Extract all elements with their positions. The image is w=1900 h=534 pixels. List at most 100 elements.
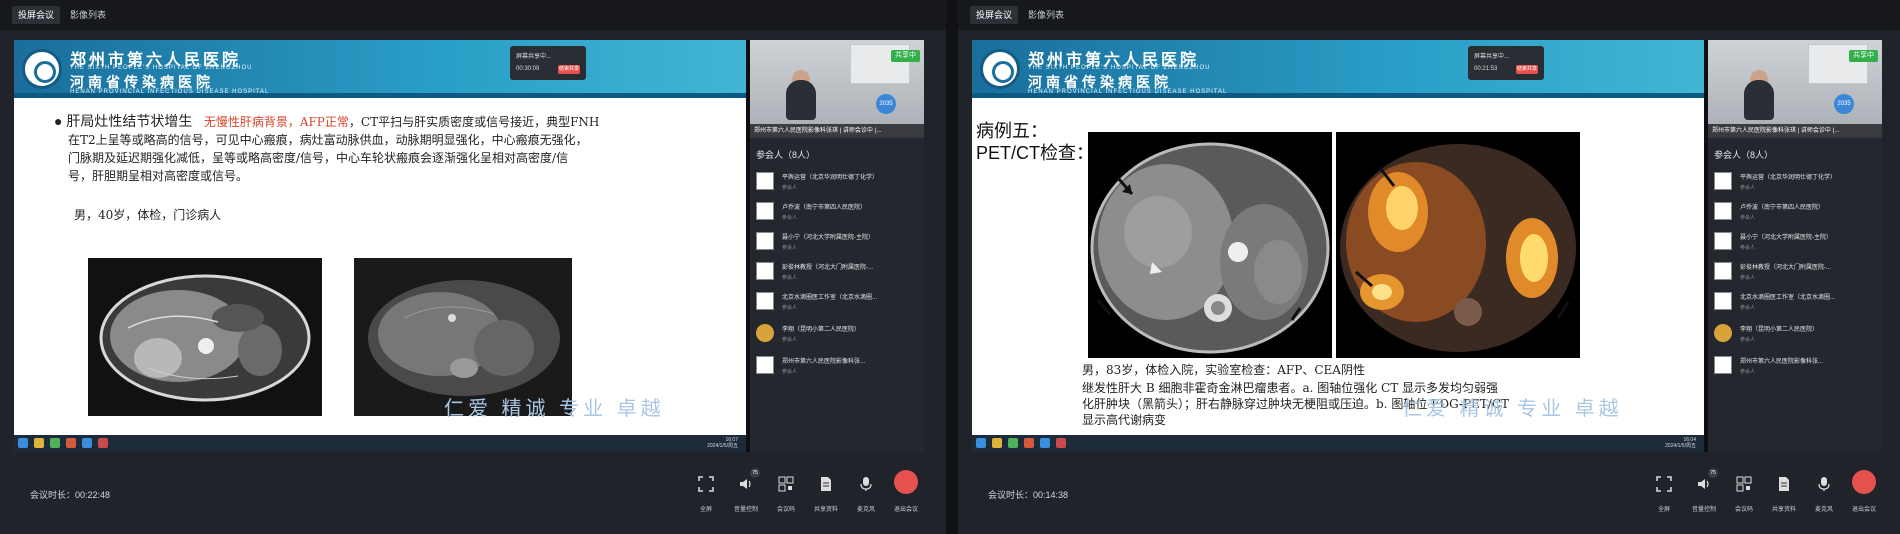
screen-share-popup: 屏幕共享中... 00:30:09 结束共享 bbox=[510, 46, 586, 80]
powerpoint-icon[interactable] bbox=[98, 438, 108, 448]
participant-role: 参会人 bbox=[1740, 337, 1756, 343]
control-label: 会议码 bbox=[776, 507, 795, 513]
avatar bbox=[1714, 262, 1732, 280]
participant-name: 郑州市第六人民医院影像科张... bbox=[1740, 359, 1824, 365]
share-material-button[interactable]: 共享资料 bbox=[806, 470, 846, 520]
participant-name: 平舆运营（北京华润明仕德丁化学） bbox=[1740, 175, 1837, 181]
pet-ct-image bbox=[1336, 132, 1580, 358]
shared-screen: 郑州市第六人民医院 THE SIXTH PEOPLE'S HOSPITAL OF… bbox=[972, 40, 1882, 452]
avatar bbox=[1714, 356, 1732, 374]
stop-share-button[interactable]: 结束共享 bbox=[1516, 65, 1538, 74]
volume-button[interactable]: 75 音量控制 bbox=[1684, 468, 1724, 520]
folder-icon[interactable] bbox=[992, 438, 1002, 448]
app-icon[interactable] bbox=[1008, 438, 1018, 448]
meeting-controls-bar: 会议时长：00:22:48 全屏 75 音量控制 会议码 共享资料 麦克风 退出… bbox=[0, 452, 946, 534]
share-status: 屏幕共享中... bbox=[516, 54, 552, 60]
fullscreen-button[interactable]: 全屏 bbox=[1644, 470, 1684, 520]
qr-icon bbox=[1736, 476, 1752, 492]
avatar bbox=[1714, 202, 1732, 220]
folder-icon[interactable] bbox=[34, 438, 44, 448]
participant-item[interactable]: 郑州市第六人民医院影像科张... 参会人 bbox=[754, 352, 922, 382]
control-label: 会议码 bbox=[1734, 507, 1753, 513]
presenter-video: 2035 共享中 郑州市第六人民医院影像科张琪 | 讲师会诊中 (... bbox=[750, 40, 924, 138]
participant-role: 参会人 bbox=[1740, 185, 1756, 191]
bullet-title: 肝局灶性结节状增生 bbox=[66, 113, 193, 129]
participant-item[interactable]: 彭俊林教授（河北大门附属医院-... 参会人 bbox=[1712, 258, 1880, 288]
patient-info: 男，83岁，体检入院，实验室检查：AFP、CEA阴性 bbox=[1082, 363, 1365, 377]
app-icon[interactable] bbox=[82, 438, 92, 448]
app-icon[interactable] bbox=[1024, 438, 1034, 448]
participant-item[interactable]: 聂小宁（河北大学附属医院-主院） 参会人 bbox=[1712, 228, 1880, 258]
participant-item[interactable]: 卢乔波（南宁市第四人民医院） 参会人 bbox=[754, 198, 922, 228]
participant-item[interactable]: 聂小宁（河北大学附属医院-主院） 参会人 bbox=[754, 228, 922, 258]
fullscreen-icon bbox=[1656, 476, 1672, 492]
tab-image-list[interactable]: 影像列表 bbox=[1022, 6, 1070, 24]
participant-item[interactable]: 平舆运营（北京华润明仕德丁化学） 参会人 bbox=[754, 168, 922, 198]
participant-item[interactable]: 彭俊林教授（河北大门附属医院-... 参会人 bbox=[754, 258, 922, 288]
mri-image-t2 bbox=[88, 258, 322, 416]
share-timer: 00:21:53 bbox=[1474, 66, 1498, 72]
meeting-code-button[interactable]: 会议码 bbox=[1724, 470, 1764, 520]
volume-button[interactable]: 75 音量控制 bbox=[726, 468, 766, 520]
stop-share-button[interactable]: 结束共享 bbox=[558, 65, 580, 74]
app-icon[interactable] bbox=[66, 438, 76, 448]
windows-taskbar: 16:07 2024/1/5/周五 bbox=[14, 435, 746, 452]
participant-item[interactable]: 郑州市第六人民医院影像科张... 参会人 bbox=[1712, 352, 1880, 382]
avatar bbox=[756, 232, 774, 250]
control-label: 音量控制 bbox=[733, 507, 758, 513]
avatar-badge: 2035 bbox=[1834, 94, 1854, 114]
hospital-logo bbox=[22, 49, 62, 89]
avatar bbox=[1714, 324, 1732, 342]
participant-role: 参会人 bbox=[1740, 215, 1756, 221]
sharing-badge: 共享中 bbox=[891, 50, 920, 62]
participant-name: 卢乔波（南宁市第四人民医院） bbox=[1740, 205, 1825, 211]
participant-name: 北京水滴圈医工作室（北京水滴圈... bbox=[782, 295, 878, 301]
slide-header: 郑州市第六人民医院 THE SIXTH PEOPLE'S HOSPITAL OF… bbox=[14, 40, 746, 98]
start-icon[interactable] bbox=[976, 438, 986, 448]
participant-item[interactable]: 李翔（昆明小第二人民医院） 参会人 bbox=[754, 320, 922, 350]
share-timer: 00:30:09 bbox=[516, 66, 540, 72]
powerpoint-icon[interactable] bbox=[1056, 438, 1066, 448]
document-icon bbox=[1779, 477, 1789, 491]
tab-image-list[interactable]: 影像列表 bbox=[64, 6, 112, 24]
participant-role: 参会人 bbox=[782, 369, 798, 375]
microphone-icon bbox=[1818, 477, 1830, 491]
bullet-text-1: ，CT平扫与肝实质密度或信号接近，典型FNH bbox=[348, 115, 600, 129]
tab-bar: 投屏会议 影像列表 bbox=[0, 0, 946, 30]
app-icon[interactable] bbox=[1040, 438, 1050, 448]
participant-item[interactable]: 卢乔波（南宁市第四人民医院） 参会人 bbox=[1712, 198, 1880, 228]
video-caption: 郑州市第六人民医院影像科张琪 | 讲师会诊中 (... bbox=[750, 124, 924, 138]
participant-item[interactable]: 李翔（昆明小第二人民医院） 参会人 bbox=[1712, 320, 1880, 350]
speaker-icon bbox=[1698, 479, 1709, 489]
control-label: 共享资料 bbox=[1771, 507, 1796, 513]
participant-name: 聂小宁（河北大学附属医院-主院） bbox=[782, 235, 874, 241]
leave-meeting-button[interactable]: 退出会议 bbox=[1844, 470, 1884, 520]
fullscreen-button[interactable]: 全屏 bbox=[686, 470, 726, 520]
participant-name: 北京水滴圈医工作室（北京水滴圈... bbox=[1740, 295, 1836, 301]
leave-meeting-button[interactable]: 退出会议 bbox=[886, 470, 926, 520]
case-title: 病例五： bbox=[976, 121, 1048, 141]
control-label: 全屏 bbox=[1657, 507, 1670, 513]
microphone-button[interactable]: 麦克风 bbox=[1804, 470, 1844, 520]
share-status: 屏幕共享中... bbox=[1474, 54, 1510, 60]
control-label: 音量控制 bbox=[1691, 507, 1716, 513]
meeting-code-button[interactable]: 会议码 bbox=[766, 470, 806, 520]
participant-item[interactable]: 北京水滴圈医工作室（北京水滴圈... 参会人 bbox=[1712, 288, 1880, 318]
hangup-icon bbox=[894, 470, 918, 494]
participant-item[interactable]: 平舆运营（北京华润明仕德丁化学） 参会人 bbox=[1712, 168, 1880, 198]
avatar-badge: 2035 bbox=[876, 94, 896, 114]
taskbar-clock: 16:07 2024/1/5/周五 bbox=[707, 437, 738, 449]
share-material-button[interactable]: 共享资料 bbox=[1764, 470, 1804, 520]
avatar bbox=[756, 202, 774, 220]
microphone-button[interactable]: 麦克风 bbox=[846, 470, 886, 520]
start-icon[interactable] bbox=[18, 438, 28, 448]
app-icon[interactable] bbox=[50, 438, 60, 448]
meeting-controls-bar: 会议时长：00:14:38 全屏 75 音量控制 会议码 共享资料 麦克风 退出… bbox=[958, 452, 1900, 534]
sharing-badge: 共享中 bbox=[1849, 50, 1878, 62]
avatar bbox=[756, 356, 774, 374]
hospital-motto: 仁爱 精诚 专业 卓越 bbox=[1402, 398, 1623, 420]
tab-screen-meeting[interactable]: 投屏会议 bbox=[970, 6, 1019, 24]
tab-screen-meeting[interactable]: 投屏会议 bbox=[12, 6, 61, 24]
participant-item[interactable]: 北京水滴圈医工作室（北京水滴圈... 参会人 bbox=[754, 288, 922, 318]
fullscreen-icon bbox=[698, 476, 714, 492]
